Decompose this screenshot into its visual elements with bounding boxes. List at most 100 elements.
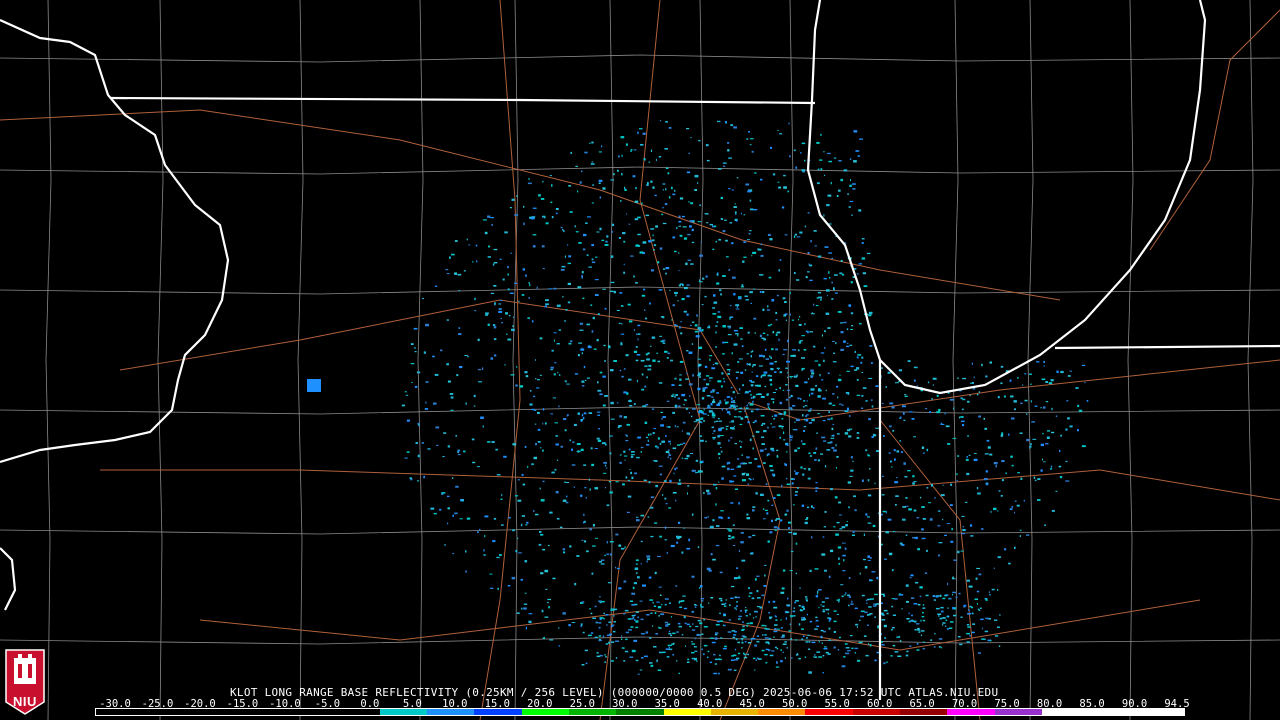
echo-pixel [805,598,808,600]
echo-pixel [993,567,995,569]
echo-pixel [966,641,970,643]
echo-pixel [641,202,643,205]
echo-pixel [598,151,602,153]
echo-pixel [817,168,820,171]
echo-pixel [690,324,692,326]
echo-pixel [913,603,918,605]
echo-pixel [1055,490,1058,492]
echo-pixel [730,397,733,400]
echo-pixel [744,609,748,612]
echo-pixel [815,490,818,492]
echo-pixel [441,492,446,494]
echo-pixel [780,627,783,629]
echo-pixel [445,269,449,271]
echo-pixel [896,450,900,453]
echo-pixel [740,371,744,374]
echo-pixel [800,152,802,154]
echo-pixel [526,521,529,524]
echo-pixel [892,429,895,432]
echo-pixel [786,483,791,486]
echo-pixel [772,173,776,176]
echo-pixel [731,659,734,661]
echo-pixel [824,646,827,648]
echo-pixel [735,211,737,214]
echo-pixel [961,408,964,411]
echo-pixel [577,286,582,289]
echo-pixel [837,378,842,382]
echo-pixel [1022,384,1024,386]
echo-pixel [1032,438,1037,440]
echo-pixel [542,637,544,640]
echo-pixel [851,600,853,603]
echo-pixel [697,387,701,391]
echo-pixel [752,657,756,660]
echo-pixel [705,275,708,278]
echo-pixel [742,625,745,628]
echo-pixel [631,476,634,480]
echo-pixel [676,541,679,544]
echo-pixel [658,382,663,384]
echo-pixel [653,646,657,648]
echo-pixel [791,478,793,480]
echo-pixel [542,408,545,411]
echo-pixel [664,539,668,541]
echo-pixel [872,605,877,607]
echo-pixel [975,577,978,580]
echo-pixel [851,214,853,216]
echo-pixel [816,432,818,434]
echo-pixel [784,513,788,516]
echo-pixel [631,592,636,595]
echo-pixel [662,222,667,225]
echo-pixel [920,634,923,637]
echo-pixel [549,639,554,641]
echo-pixel [584,487,587,489]
echo-pixel [741,642,744,644]
echo-pixel [714,421,716,423]
echo-pixel [824,246,829,248]
echo-pixel [1078,409,1083,412]
echo-pixel [598,560,602,563]
echo-pixel [833,434,835,437]
echo-pixel [931,398,933,400]
echo-pixel [440,349,443,352]
echo-pixel [971,362,973,365]
echo-pixel [581,385,585,387]
echo-pixel [637,338,639,341]
echo-pixel [488,245,491,248]
echo-pixel [667,172,670,175]
echo-pixel [891,569,894,572]
echo-pixel [698,329,702,332]
echo-pixel [447,507,450,510]
echo-pixel [697,374,701,377]
echo-pixel [738,296,742,298]
echo-pixel [629,656,634,658]
echo-pixel [493,338,497,341]
echo-pixel [832,361,837,363]
echo-pixel [863,635,867,637]
echo-pixel [1065,480,1070,482]
echo-pixel [752,435,755,437]
echo-pixel [902,518,906,521]
echo-pixel [907,360,911,362]
echo-pixel [675,294,677,297]
echo-pixel [856,379,859,381]
echo-pixel [849,475,853,477]
echo-pixel [797,487,799,489]
echo-pixel [952,576,954,579]
echo-pixel [1060,370,1064,374]
echo-pixel [711,400,716,404]
echo-pixel [891,605,894,608]
echo-pixel [518,300,520,302]
echo-pixel [743,653,747,656]
echo-pixel [413,327,418,330]
echo-pixel [489,587,494,589]
echo-pixel [701,397,705,400]
echo-pixel [736,567,739,569]
echo-pixel [788,531,792,534]
echo-pixel [1005,472,1007,475]
echo-pixel [672,654,675,656]
echo-pixel [832,423,835,425]
echo-pixel [640,446,644,449]
echo-pixel [743,656,748,659]
echo-pixel [707,326,711,329]
